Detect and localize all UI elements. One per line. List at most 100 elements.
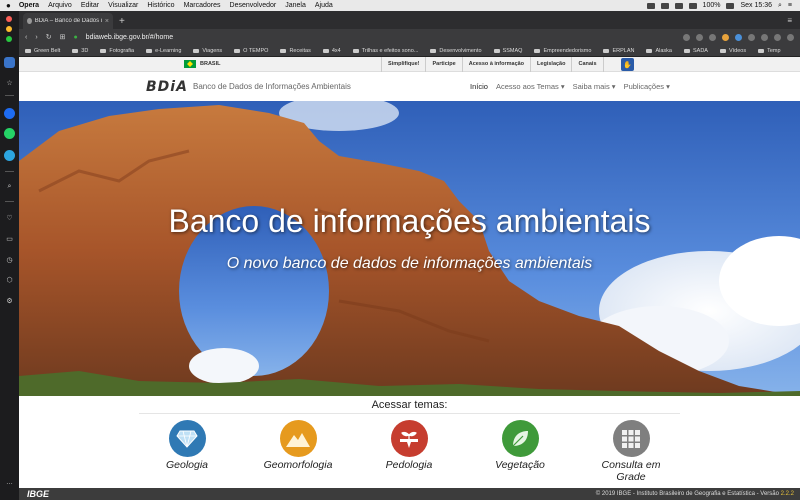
bookmark-item[interactable]: Viagens	[193, 48, 222, 54]
bookmark-item[interactable]: 4x4	[322, 48, 341, 54]
close-window-icon[interactable]	[6, 16, 12, 22]
menu-item-arquivo[interactable]: Arquivo	[48, 2, 72, 9]
menu-item-ajuda[interactable]: Ajuda	[315, 2, 333, 9]
snapshot-icon[interactable]: ▭	[4, 233, 15, 244]
accessibility-icon[interactable]: ✋	[621, 58, 634, 71]
battery-level[interactable]: 100%	[703, 2, 721, 9]
apple-icon[interactable]: ●	[6, 1, 11, 10]
nav-publicacoes[interactable]: Publicações ▾	[624, 82, 670, 91]
bookmark-item[interactable]: e-Learning	[146, 48, 181, 54]
tema-label[interactable]: Vegetação	[475, 459, 565, 471]
hero-title: Banco de informações ambientais	[168, 203, 651, 239]
gov-link-canais[interactable]: Canais	[571, 57, 604, 72]
battery-icon[interactable]	[726, 2, 735, 9]
extensions-icon[interactable]: ⬡	[4, 274, 15, 285]
menu-item-desenvolvedor[interactable]: Desenvolvedor	[230, 2, 277, 9]
menu-app[interactable]: Opera	[19, 2, 39, 9]
forward-icon[interactable]: ›	[35, 34, 37, 41]
lock-icon[interactable]: ●	[73, 34, 77, 41]
menu-item-janela[interactable]: Janela	[285, 2, 306, 9]
bookmark-item[interactable]: SSMAQ	[493, 48, 522, 54]
bookmark-item[interactable]: Trilhas e efeitos sono...	[352, 48, 418, 54]
url-input[interactable]: bdiaweb.ibge.gov.br/#/home	[86, 34, 173, 41]
gov-link-acesso-informacao[interactable]: Acesso à informação	[461, 57, 530, 72]
bookmark-item[interactable]: Alaska	[646, 48, 672, 54]
gem-icon[interactable]	[168, 420, 206, 457]
menu-item-historico[interactable]: Histórico	[147, 2, 174, 9]
extension-icon[interactable]	[722, 33, 729, 41]
tema-pedologia[interactable]: Pedologia	[364, 420, 454, 471]
extension-icon[interactable]	[735, 33, 742, 41]
search-icon[interactable]: ⌕	[4, 181, 15, 192]
vpn-icon[interactable]	[696, 33, 703, 41]
bookmark-item[interactable]: Temp	[758, 48, 781, 54]
bookmark-item[interactable]: 3D	[72, 48, 88, 54]
bookmark-item[interactable]: O TEMPO	[234, 48, 268, 54]
nav-saiba-mais[interactable]: Saiba mais ▾	[573, 82, 616, 91]
menu-icon[interactable]: ≡	[788, 2, 792, 9]
bookmark-item[interactable]: Fotografia	[100, 48, 134, 54]
heart-icon[interactable]	[709, 33, 716, 41]
gov-link-simplifique[interactable]: Simplifique!	[381, 57, 425, 72]
leaf-icon[interactable]	[501, 420, 539, 457]
camera-icon[interactable]	[683, 33, 690, 41]
download-icon[interactable]	[761, 33, 768, 41]
close-tab-icon[interactable]: ×	[105, 18, 109, 25]
status-icon[interactable]	[646, 2, 655, 9]
tema-label[interactable]: Geologia	[142, 459, 232, 471]
history-icon[interactable]: ◷	[4, 254, 15, 265]
status-icon[interactable]	[660, 2, 669, 9]
bookmark-item[interactable]: Empreendedorismo	[534, 48, 591, 54]
brasil-link[interactable]: BRASIL	[184, 60, 220, 68]
tabs-grid-icon[interactable]: ⊞	[60, 33, 66, 41]
status-icon[interactable]	[674, 2, 683, 9]
gov-link-legislacao[interactable]: Legislação	[530, 57, 571, 72]
bookmark-item[interactable]: Desenvolvimento	[430, 48, 482, 54]
bookmark-item[interactable]: Green Belt	[25, 48, 60, 54]
heart-icon[interactable]: ♡	[4, 212, 15, 223]
more-icon[interactable]: …	[4, 477, 15, 488]
ibge-logo[interactable]: IBGE	[27, 489, 49, 499]
clock[interactable]: Sex 15:36	[740, 2, 772, 9]
bdia-logo[interactable]: BDiA	[146, 79, 188, 95]
bookmark-item[interactable]: SADA	[683, 48, 708, 54]
menu-item-visualizar[interactable]: Visualizar	[108, 2, 138, 9]
nav-inicio[interactable]: Início	[470, 82, 488, 91]
telegram-icon[interactable]	[4, 150, 15, 161]
tema-geologia[interactable]: Geologia	[142, 420, 232, 471]
bookmark-label: Alaska	[655, 47, 672, 54]
bookmark-item[interactable]: Receitas	[280, 48, 311, 54]
star-icon[interactable]: ☆	[4, 77, 15, 88]
tema-label[interactable]: Consulta em Grade	[586, 459, 676, 483]
tema-label[interactable]: Geomorfologia	[253, 459, 343, 471]
wifi-icon[interactable]	[688, 2, 697, 9]
soil-plant-icon[interactable]	[390, 420, 428, 457]
maximize-window-icon[interactable]	[6, 36, 12, 42]
grid-icon[interactable]	[612, 420, 650, 457]
bookmark-item[interactable]: ERPLAN	[603, 48, 634, 54]
menu-icon[interactable]	[787, 33, 794, 41]
minimize-window-icon[interactable]	[6, 26, 12, 32]
tema-geomorfologia[interactable]: Geomorfologia	[253, 420, 343, 471]
whatsapp-icon[interactable]	[4, 128, 15, 139]
back-icon[interactable]: ‹	[25, 34, 27, 41]
search-icon[interactable]: ⌕	[778, 2, 782, 10]
tema-consulta-grade[interactable]: Consulta em Grade	[586, 420, 676, 483]
gov-link-participe[interactable]: Participe	[425, 57, 461, 72]
share-icon[interactable]	[774, 33, 781, 41]
settings-icon[interactable]: ⚙	[4, 295, 15, 306]
tema-label[interactable]: Pedologia	[364, 459, 454, 471]
extension-icon[interactable]	[748, 33, 755, 41]
browser-tab[interactable]: BDiA – Banco de Dados de Info ×	[23, 13, 113, 29]
nav-acesso-temas[interactable]: Acesso aos Temas ▾	[496, 82, 565, 91]
reload-icon[interactable]: ↻	[46, 33, 52, 41]
menu-item-editar[interactable]: Editar	[81, 2, 99, 9]
tema-vegetacao[interactable]: Vegetação	[475, 420, 565, 471]
tab-menu-icon[interactable]: ≡	[787, 16, 792, 25]
bookmark-item[interactable]: Vídeos	[719, 48, 746, 54]
home-icon[interactable]	[4, 57, 15, 68]
menu-item-marcadores[interactable]: Marcadores	[184, 2, 221, 9]
mountain-icon[interactable]	[279, 420, 317, 457]
new-tab-button[interactable]: +	[119, 16, 125, 27]
messenger-icon[interactable]	[4, 108, 15, 119]
